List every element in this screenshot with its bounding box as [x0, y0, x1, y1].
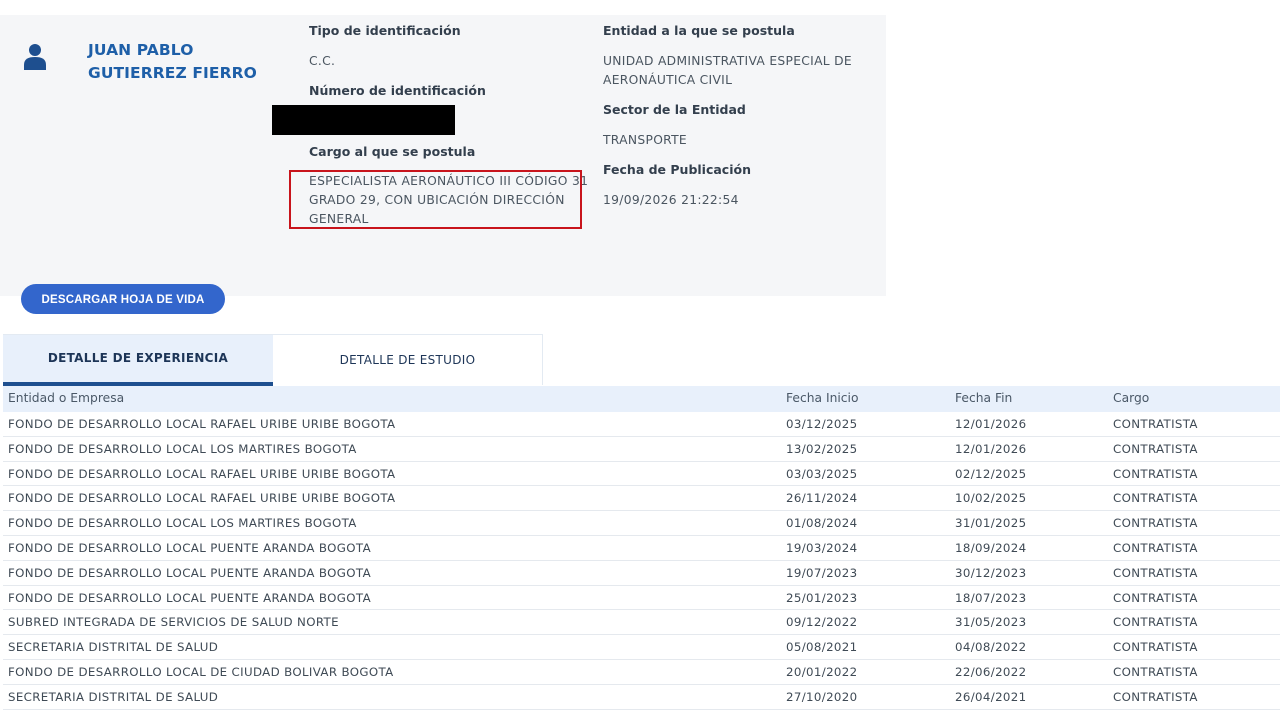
user-icon	[24, 44, 46, 70]
cell-entity: FONDO DE DESARROLLO LOCAL PUENTE ARANDA …	[8, 590, 371, 605]
position-label: Cargo al que se postula	[309, 144, 476, 159]
cell-position: CONTRATISTA	[1113, 689, 1198, 704]
cell-position: CONTRATISTA	[1113, 491, 1198, 506]
table-row: FONDO DE DESARROLLO LOCAL LOS MARTIRES B…	[3, 437, 1280, 462]
id-number-redacted	[272, 105, 455, 135]
table-row: FONDO DE DESARROLLO LOCAL RAFAEL URIBE U…	[3, 412, 1280, 437]
entity-value-line2: AERONÁUTICA CIVIL	[603, 73, 733, 87]
cell-entity: SECRETARIA DISTRITAL DE SALUD	[8, 640, 219, 655]
cell-end-date: 22/06/2022	[955, 664, 1027, 679]
cell-start-date: 03/12/2025	[786, 417, 858, 431]
cell-position: CONTRATISTA	[1113, 615, 1198, 630]
cell-position: CONTRATISTA	[1113, 640, 1198, 655]
cell-entity: FONDO DE DESARROLLO LOCAL PUENTE ARANDA …	[8, 565, 371, 580]
cell-entity: FONDO DE DESARROLLO LOCAL LOS MARTIRES B…	[8, 441, 357, 456]
table-row: SUBRED INTEGRADA DE SERVICIOS DE SALUD N…	[3, 610, 1280, 636]
table-row: FONDO DE DESARROLLO LOCAL PUENTE ARANDA …	[3, 536, 1280, 561]
cell-start-date: 26/11/2024	[786, 491, 858, 506]
cell-end-date: 30/12/2023	[955, 565, 1027, 580]
table-row: FONDO DE DESARROLLO LOCAL PUENTE ARANDA …	[3, 586, 1280, 611]
cell-end-date: 12/01/2026	[955, 441, 1027, 456]
cell-start-date: 25/01/2023	[786, 590, 858, 605]
cell-end-date: 18/07/2023	[955, 590, 1027, 605]
header-end-date: Fecha Fin	[955, 391, 1013, 405]
candidate-name-line1: JUAN PABLO	[88, 41, 194, 59]
cell-position: CONTRATISTA	[1113, 417, 1198, 431]
cell-end-date: 02/12/2025	[955, 466, 1027, 481]
cell-end-date: 12/01/2026	[955, 417, 1027, 431]
cell-start-date: 20/01/2022	[786, 664, 858, 679]
table-row: SECRETARIA DISTRITAL DE SALUD 05/08/2021 0…	[3, 635, 1280, 660]
table-body: FONDO DE DESARROLLO LOCAL RAFAEL URIBE U…	[3, 412, 1280, 710]
cell-start-date: 01/08/2024	[786, 516, 858, 531]
cell-entity: FONDO DE DESARROLLO LOCAL RAFAEL URIBE U…	[8, 466, 396, 481]
detail-tabs: DETALLE DE EXPERIENCIA DETALLE DE ESTUDI…	[3, 334, 543, 386]
cell-start-date: 03/03/2025	[786, 466, 858, 481]
id-type-value: C.C.	[309, 54, 336, 68]
entity-label: Entidad a la que se postula	[603, 23, 795, 38]
table-row: SECRETARIA DISTRITAL DE SALUD 27/10/2020 2…	[3, 685, 1280, 710]
tab-experience[interactable]: DETALLE DE EXPERIENCIA	[3, 335, 273, 386]
cell-entity: SUBRED INTEGRADA DE SERVICIOS DE SALUD N…	[8, 615, 339, 630]
cell-end-date: 10/02/2025	[955, 491, 1027, 506]
cell-entity: SECRETARIA DISTRITAL DE SALUD	[8, 689, 219, 704]
header-position: Cargo	[1113, 391, 1150, 405]
cell-start-date: 05/08/2021	[786, 640, 858, 655]
cell-position: CONTRATISTA	[1113, 516, 1198, 531]
cell-start-date: 27/10/2020	[786, 689, 858, 704]
cell-start-date: 19/03/2024	[786, 540, 858, 555]
cell-entity: FONDO DE DESARROLLO LOCAL RAFAEL URIBE U…	[8, 417, 396, 431]
cell-position: CONTRATISTA	[1113, 540, 1198, 555]
cell-position: CONTRATISTA	[1113, 466, 1198, 481]
table-row: FONDO DE DESARROLLO LOCAL PUENTE ARANDA …	[3, 561, 1280, 586]
cell-entity: FONDO DE DESARROLLO LOCAL RAFAEL URIBE U…	[8, 491, 396, 506]
table-row: FONDO DE DESARROLLO LOCAL LOS MARTIRES B…	[3, 511, 1280, 536]
sector-value: TRANSPORTE	[603, 133, 687, 147]
cell-end-date: 04/08/2022	[955, 640, 1027, 655]
cell-position: CONTRATISTA	[1113, 441, 1198, 456]
table-row: FONDO DE DESARROLLO LOCAL DE CIUDAD BOLI…	[3, 660, 1280, 685]
publication-date-value: 19/09/2026 21:22:54	[603, 193, 739, 207]
cell-start-date: 19/07/2023	[786, 565, 858, 580]
cell-position: CONTRATISTA	[1113, 565, 1198, 580]
entity-value-line1: UNIDAD ADMINISTRATIVA ESPECIAL DE	[603, 54, 852, 68]
cell-start-date: 09/12/2022	[786, 615, 858, 630]
cell-start-date: 13/02/2025	[786, 441, 858, 456]
cell-end-date: 31/05/2023	[955, 615, 1027, 630]
position-highlight-box	[289, 170, 582, 229]
sector-label: Sector de la Entidad	[603, 102, 746, 117]
header-start-date: Fecha Inicio	[786, 391, 859, 405]
entity-value: UNIDAD ADMINISTRATIVA ESPECIAL DE AERONÁ…	[603, 52, 852, 90]
publication-date-label: Fecha de Publicación	[603, 162, 751, 177]
candidate-name-line2: GUTIERREZ FIERRO	[88, 64, 257, 82]
id-type-label: Tipo de identificación	[309, 23, 461, 38]
header-entity: Entidad o Empresa	[8, 391, 125, 405]
id-number-label: Número de identificación	[309, 83, 486, 98]
cell-entity: FONDO DE DESARROLLO LOCAL LOS MARTIRES B…	[8, 516, 357, 531]
table-header: Entidad o Empresa Fecha Inicio Fecha Fin…	[3, 386, 1280, 412]
download-cv-button[interactable]: DESCARGAR HOJA DE VIDA	[21, 284, 225, 314]
table-row: FONDO DE DESARROLLO LOCAL RAFAEL URIBE U…	[3, 462, 1280, 487]
candidate-name: JUAN PABLO GUTIERREZ FIERRO	[88, 39, 288, 85]
cell-entity: FONDO DE DESARROLLO LOCAL PUENTE ARANDA …	[8, 540, 371, 555]
cell-entity: FONDO DE DESARROLLO LOCAL DE CIUDAD BOLI…	[8, 664, 394, 679]
tab-study[interactable]: DETALLE DE ESTUDIO	[273, 335, 542, 386]
cell-position: CONTRATISTA	[1113, 590, 1198, 605]
table-row: FONDO DE DESARROLLO LOCAL RAFAEL URIBE U…	[3, 486, 1280, 512]
cell-end-date: 31/01/2025	[955, 516, 1027, 531]
cell-position: CONTRATISTA	[1113, 664, 1198, 679]
cell-end-date: 26/04/2021	[955, 689, 1027, 704]
experience-table: Entidad o Empresa Fecha Inicio Fecha Fin…	[3, 386, 1280, 710]
cell-end-date: 18/09/2024	[955, 540, 1027, 555]
